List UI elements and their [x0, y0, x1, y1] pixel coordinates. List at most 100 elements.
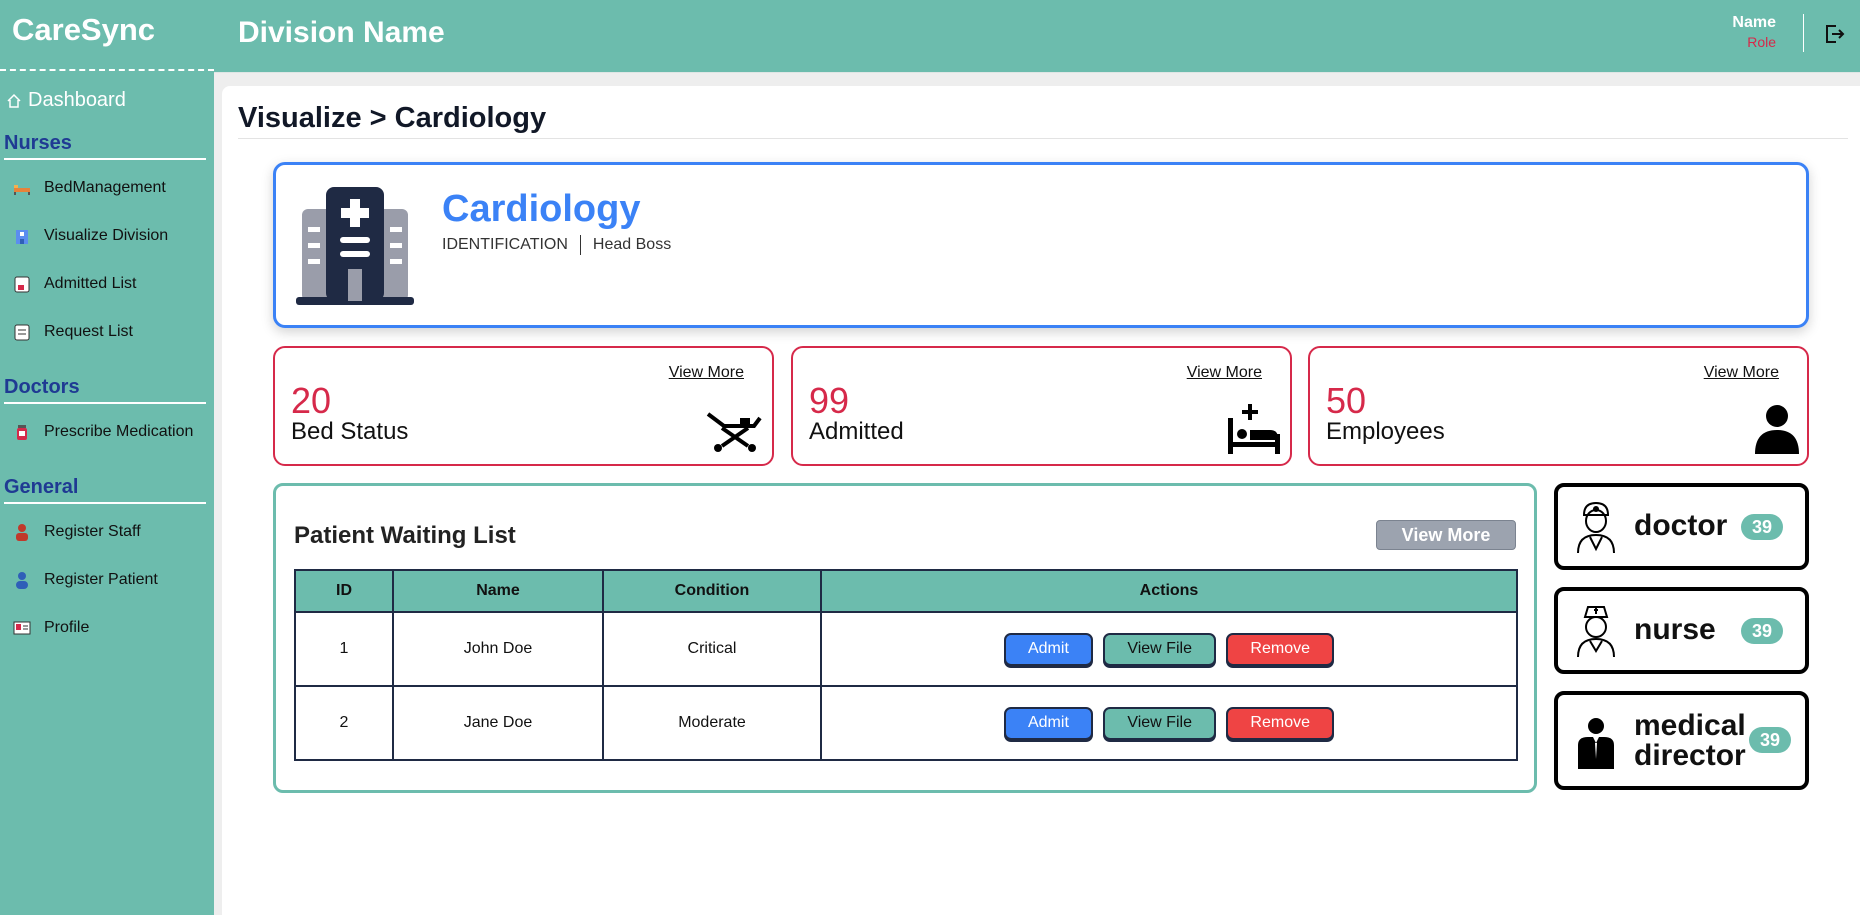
stretcher-icon	[706, 412, 762, 452]
column-header: Actions	[820, 569, 1518, 613]
request-icon	[12, 322, 32, 342]
cell-name: Jane Doe	[392, 685, 604, 761]
user-info[interactable]: Name Role	[1732, 14, 1776, 50]
stat-label: Employees	[1326, 418, 1445, 445]
logout-icon[interactable]	[1822, 22, 1846, 46]
person-icon	[1755, 405, 1799, 454]
sidebar-item-label: Register Staff	[44, 523, 141, 540]
column-header: Name	[392, 569, 604, 613]
cell-condition: Critical	[602, 611, 822, 687]
section-nurses: Nurses	[4, 132, 206, 160]
view-more-link[interactable]: View More	[1704, 364, 1779, 382]
cell-name: John Doe	[392, 611, 604, 687]
remove-button[interactable]: Remove	[1226, 632, 1334, 666]
stat-label: Admitted	[809, 418, 904, 445]
breadcrumb: Visualize > Cardiology	[238, 102, 547, 134]
top-bar: Division Name Name Role	[214, 0, 1860, 73]
cell-actions: Admit View File Remove	[820, 611, 1518, 687]
user-name: Name	[1732, 14, 1776, 31]
stat-value: 99	[809, 380, 850, 421]
clipboard-icon	[12, 274, 32, 294]
sidebar-item-profile[interactable]: Profile	[0, 604, 214, 652]
director-icon	[1578, 718, 1614, 769]
sidebar-item-label: Register Patient	[44, 571, 158, 588]
hospital-building-icon	[296, 187, 414, 305]
patient-icon	[12, 570, 32, 590]
identification-label: IDENTIFICATION	[442, 236, 568, 253]
staff-icon	[12, 522, 32, 542]
view-more-button[interactable]: View More	[1376, 520, 1516, 550]
view-file-button[interactable]: View File	[1103, 706, 1216, 740]
patient-bed-icon	[1228, 404, 1280, 454]
head-name: Head Boss	[592, 236, 672, 253]
sidebar-item-label: Profile	[44, 619, 90, 636]
table-row: 1 John Doe Critical Admit View File Remo…	[294, 611, 1518, 687]
stat-value: 50	[1326, 380, 1367, 421]
role-card-medical-director[interactable]: medical director 39	[1554, 691, 1809, 790]
sidebar-item-prescribe-medication[interactable]: Prescribe Medication	[0, 408, 214, 456]
bed-icon	[12, 178, 32, 198]
divider	[579, 235, 581, 255]
cell-condition: Moderate	[602, 685, 822, 761]
column-header: ID	[294, 569, 394, 613]
table-row: 2 Jane Doe Moderate Admit View File Remo…	[294, 685, 1518, 761]
section-doctors: Doctors	[4, 376, 206, 404]
section-general: General	[4, 476, 206, 504]
section-title: Patient Waiting List	[294, 522, 516, 549]
sidebar-item-request-list[interactable]: Request List	[0, 308, 214, 356]
sidebar-item-label: BedManagement	[44, 179, 166, 196]
sidebar-item-label: Dashboard	[28, 89, 126, 111]
view-more-link[interactable]: View More	[1187, 364, 1262, 382]
stat-label: Bed Status	[291, 418, 409, 445]
cell-id: 1	[294, 611, 394, 687]
remove-button[interactable]: Remove	[1226, 706, 1334, 740]
division-name: Division Name	[238, 16, 445, 49]
role-name: nurse	[1634, 613, 1716, 646]
sidebar-item-label: Prescribe Medication	[44, 423, 194, 440]
role-name: doctor	[1634, 509, 1728, 542]
role-card-nurse[interactable]: nurse 39	[1554, 587, 1809, 674]
count-badge: 39	[1741, 514, 1783, 540]
home-icon	[7, 93, 21, 108]
division-title: Cardiology	[442, 188, 641, 230]
medicine-icon	[12, 422, 32, 442]
role-name-line2: director	[1634, 739, 1746, 772]
sidebar-item-bedmanagement[interactable]: BedManagement	[0, 164, 214, 212]
sidebar-item-label: Visualize Division	[44, 227, 169, 244]
sidebar-item-register-staff[interactable]: Register Staff	[0, 508, 214, 556]
profile-card-icon	[12, 618, 32, 638]
count-badge: 39	[1749, 727, 1791, 753]
view-more-link[interactable]: View More	[669, 364, 744, 382]
sidebar-item-label: Admitted List	[44, 275, 137, 292]
sidebar-item-label: Request List	[44, 323, 133, 340]
admit-button[interactable]: Admit	[1003, 706, 1093, 740]
sidebar: CareSync Dashboard Nurses BedManagement …	[0, 0, 214, 915]
sidebar-item-register-patient[interactable]: Register Patient	[0, 556, 214, 604]
role-name-line1: medical	[1634, 709, 1746, 742]
column-header: Condition	[602, 569, 822, 613]
waiting-table: ID Name Condition Actions 1 John Doe Cri…	[294, 569, 1518, 761]
divider	[1803, 14, 1804, 52]
table-header-row: ID Name Condition Actions	[294, 569, 1518, 613]
patient-waiting-list: Patient Waiting List View More ID Name C…	[273, 483, 1537, 793]
count-badge: 39	[1741, 618, 1783, 644]
division-card: Cardiology IDENTIFICATION Head Boss	[273, 162, 1809, 328]
stat-card-bed-status: View More 20 Bed Status	[273, 346, 774, 466]
admit-button[interactable]: Admit	[1003, 632, 1093, 666]
sidebar-item-admitted-list[interactable]: Admitted List	[0, 260, 214, 308]
sidebar-item-visualize-division[interactable]: Visualize Division	[0, 212, 214, 260]
brand-logo[interactable]: CareSync	[0, 0, 214, 71]
hospital-icon	[12, 226, 32, 246]
cell-id: 2	[294, 685, 394, 761]
divider	[238, 138, 1848, 139]
user-role: Role	[1747, 34, 1776, 50]
view-file-button[interactable]: View File	[1103, 632, 1216, 666]
sidebar-item-dashboard[interactable]: Dashboard	[0, 89, 214, 112]
stat-card-employees: View More 50 Employees	[1308, 346, 1809, 466]
doctor-icon	[1577, 501, 1615, 553]
stat-card-admitted: View More 99 Admitted	[791, 346, 1292, 466]
cell-actions: Admit View File Remove	[820, 685, 1518, 761]
division-meta: IDENTIFICATION Head Boss	[442, 235, 671, 255]
nurse-icon	[1577, 606, 1615, 657]
role-card-doctor[interactable]: doctor 39	[1554, 483, 1809, 570]
